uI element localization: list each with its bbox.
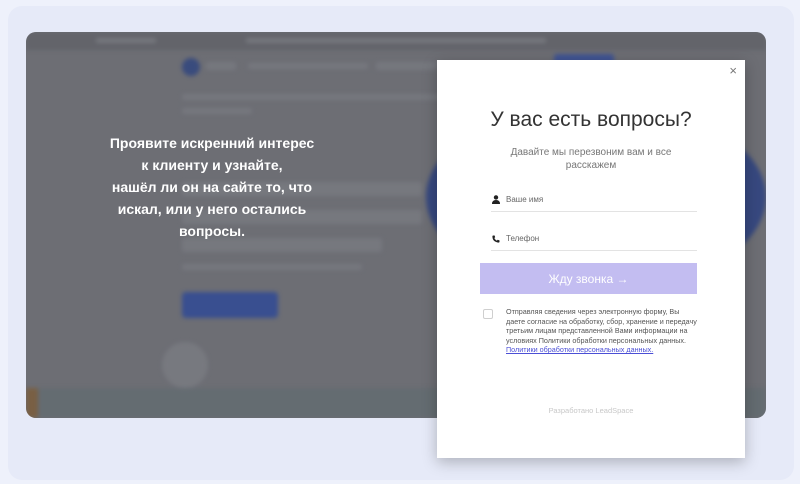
request-call-button[interactable]: Жду звонка → <box>480 263 697 294</box>
callback-modal: × У вас есть вопросы? Давайте мы перезво… <box>437 60 745 458</box>
consent-body: Отправляя сведения через электронную фор… <box>506 307 697 345</box>
modal-title: У вас есть вопросы? <box>490 108 692 131</box>
promo-line: к клиенту и узнайте, <box>141 157 283 173</box>
promo-line: Проявите искренний интерес <box>109 135 315 151</box>
developer-credit: Разработано LeadSpace <box>548 406 634 415</box>
privacy-policy-link[interactable]: Политики обработки персональных данных. <box>506 345 653 354</box>
promo-text: Проявите искренний интерес к клиенту и у… <box>92 132 332 242</box>
phone-icon <box>491 234 501 244</box>
phone-input[interactable] <box>506 234 686 243</box>
consent-text: Отправляя сведения через электронную фор… <box>506 307 698 355</box>
close-icon[interactable]: × <box>729 64 737 78</box>
name-input[interactable] <box>506 195 686 204</box>
user-icon <box>491 195 501 205</box>
modal-subtitle: Давайте мы перезвоним вам и все расскаже… <box>510 147 672 171</box>
consent-checkbox[interactable] <box>483 309 493 319</box>
phone-field <box>491 227 697 251</box>
promo-line: искал, или у него остались <box>117 201 307 217</box>
promo-line: вопросы. <box>179 223 245 239</box>
name-field <box>491 188 697 212</box>
promo-line: нашёл ли он на сайте то, что <box>111 179 313 195</box>
